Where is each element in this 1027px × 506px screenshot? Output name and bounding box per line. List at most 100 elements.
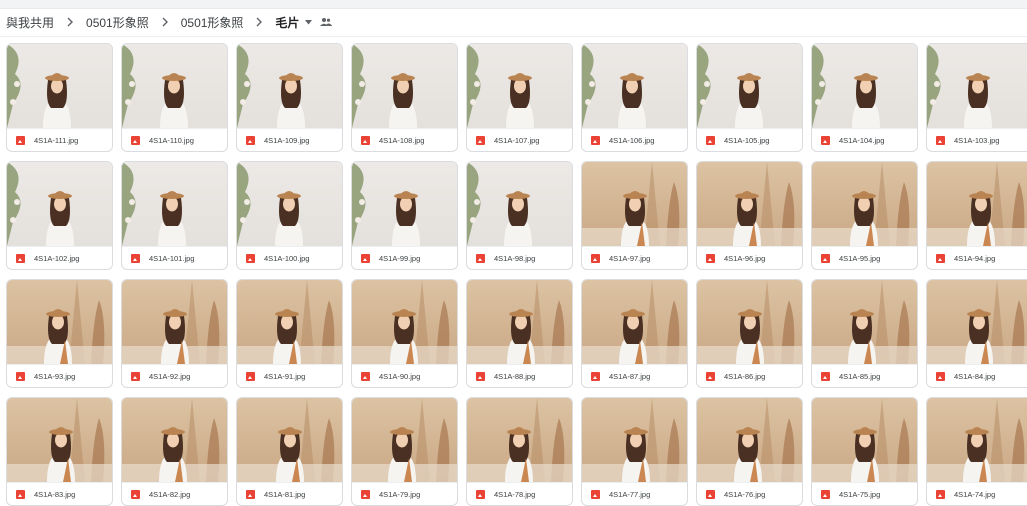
file-card[interactable]: 4S1A-110.jpg xyxy=(121,43,228,152)
file-card-footer[interactable]: 4S1A-94.jpg xyxy=(927,246,1027,269)
file-card-footer[interactable]: 4S1A-92.jpg xyxy=(122,364,227,387)
photo-thumbnail[interactable] xyxy=(237,398,342,482)
photo-thumbnail[interactable] xyxy=(122,280,227,364)
photo-thumbnail[interactable] xyxy=(467,162,572,246)
photo-thumbnail[interactable] xyxy=(812,398,917,482)
file-card-footer[interactable]: 4S1A-103.jpg xyxy=(927,128,1027,151)
photo-thumbnail[interactable] xyxy=(237,280,342,364)
file-card-footer[interactable]: 4S1A-102.jpg xyxy=(7,246,112,269)
file-card[interactable]: 4S1A-82.jpg xyxy=(121,397,228,506)
photo-thumbnail[interactable] xyxy=(927,398,1027,482)
file-card-footer[interactable]: 4S1A-95.jpg xyxy=(812,246,917,269)
file-card-footer[interactable]: 4S1A-108.jpg xyxy=(352,128,457,151)
file-card[interactable]: 4S1A-104.jpg xyxy=(811,43,918,152)
file-card[interactable]: 4S1A-74.jpg xyxy=(926,397,1027,506)
photo-thumbnail[interactable] xyxy=(927,162,1027,246)
arrow-drop-down-icon[interactable] xyxy=(303,19,318,25)
file-card-footer[interactable]: 4S1A-87.jpg xyxy=(582,364,687,387)
file-card-footer[interactable]: 4S1A-106.jpg xyxy=(582,128,687,151)
file-card-footer[interactable]: 4S1A-104.jpg xyxy=(812,128,917,151)
file-card[interactable]: 4S1A-76.jpg xyxy=(696,397,803,506)
file-card-footer[interactable]: 4S1A-107.jpg xyxy=(467,128,572,151)
photo-thumbnail[interactable] xyxy=(927,44,1027,128)
file-card-footer[interactable]: 4S1A-99.jpg xyxy=(352,246,457,269)
file-card-footer[interactable]: 4S1A-81.jpg xyxy=(237,482,342,505)
file-card-footer[interactable]: 4S1A-110.jpg xyxy=(122,128,227,151)
photo-thumbnail[interactable] xyxy=(122,398,227,482)
photo-thumbnail[interactable] xyxy=(352,162,457,246)
file-card[interactable]: 4S1A-107.jpg xyxy=(466,43,573,152)
photo-thumbnail[interactable] xyxy=(122,162,227,246)
photo-thumbnail[interactable] xyxy=(582,280,687,364)
file-card[interactable]: 4S1A-87.jpg xyxy=(581,279,688,388)
photo-thumbnail[interactable] xyxy=(697,162,802,246)
photo-thumbnail[interactable] xyxy=(582,398,687,482)
photo-thumbnail[interactable] xyxy=(7,162,112,246)
photo-thumbnail[interactable] xyxy=(927,280,1027,364)
file-card-footer[interactable]: 4S1A-85.jpg xyxy=(812,364,917,387)
photo-thumbnail[interactable] xyxy=(697,280,802,364)
file-card[interactable]: 4S1A-78.jpg xyxy=(466,397,573,506)
file-card[interactable]: 4S1A-79.jpg xyxy=(351,397,458,506)
file-card[interactable]: 4S1A-85.jpg xyxy=(811,279,918,388)
file-card[interactable]: 4S1A-101.jpg xyxy=(121,161,228,270)
photo-thumbnail[interactable] xyxy=(467,398,572,482)
file-card-footer[interactable]: 4S1A-86.jpg xyxy=(697,364,802,387)
file-card-footer[interactable]: 4S1A-105.jpg xyxy=(697,128,802,151)
file-card[interactable]: 4S1A-102.jpg xyxy=(6,161,113,270)
file-card[interactable]: 4S1A-83.jpg xyxy=(6,397,113,506)
file-card[interactable]: 4S1A-105.jpg xyxy=(696,43,803,152)
photo-thumbnail[interactable] xyxy=(812,162,917,246)
file-card-footer[interactable]: 4S1A-111.jpg xyxy=(7,128,112,151)
photo-thumbnail[interactable] xyxy=(7,398,112,482)
file-card-footer[interactable]: 4S1A-74.jpg xyxy=(927,482,1027,505)
file-card[interactable]: 4S1A-75.jpg xyxy=(811,397,918,506)
file-card[interactable]: 4S1A-98.jpg xyxy=(466,161,573,270)
file-card-footer[interactable]: 4S1A-101.jpg xyxy=(122,246,227,269)
file-card[interactable]: 4S1A-97.jpg xyxy=(581,161,688,270)
file-card-footer[interactable]: 4S1A-83.jpg xyxy=(7,482,112,505)
file-card-footer[interactable]: 4S1A-97.jpg xyxy=(582,246,687,269)
file-card[interactable]: 4S1A-103.jpg xyxy=(926,43,1027,152)
file-card[interactable]: 4S1A-99.jpg xyxy=(351,161,458,270)
file-card[interactable]: 4S1A-108.jpg xyxy=(351,43,458,152)
photo-thumbnail[interactable] xyxy=(7,44,112,128)
photo-thumbnail[interactable] xyxy=(352,44,457,128)
file-card[interactable]: 4S1A-86.jpg xyxy=(696,279,803,388)
file-card-footer[interactable]: 4S1A-76.jpg xyxy=(697,482,802,505)
file-card-footer[interactable]: 4S1A-93.jpg xyxy=(7,364,112,387)
photo-thumbnail[interactable] xyxy=(7,280,112,364)
photo-thumbnail[interactable] xyxy=(237,44,342,128)
file-card-footer[interactable]: 4S1A-82.jpg xyxy=(122,482,227,505)
photo-thumbnail[interactable] xyxy=(237,162,342,246)
breadcrumb-current-folder[interactable]: 毛片 xyxy=(271,14,303,31)
file-card-footer[interactable]: 4S1A-75.jpg xyxy=(812,482,917,505)
file-card-footer[interactable]: 4S1A-96.jpg xyxy=(697,246,802,269)
file-card-footer[interactable]: 4S1A-88.jpg xyxy=(467,364,572,387)
file-card[interactable]: 4S1A-84.jpg xyxy=(926,279,1027,388)
photo-thumbnail[interactable] xyxy=(467,44,572,128)
photo-thumbnail[interactable] xyxy=(122,44,227,128)
breadcrumb-folder-1[interactable]: 0501形象照 xyxy=(82,14,153,31)
photo-thumbnail[interactable] xyxy=(697,44,802,128)
file-card[interactable]: 4S1A-90.jpg xyxy=(351,279,458,388)
photo-thumbnail[interactable] xyxy=(697,398,802,482)
file-card[interactable]: 4S1A-96.jpg xyxy=(696,161,803,270)
file-card[interactable]: 4S1A-94.jpg xyxy=(926,161,1027,270)
file-card[interactable]: 4S1A-77.jpg xyxy=(581,397,688,506)
breadcrumb-folder-2[interactable]: 0501形象照 xyxy=(177,14,248,31)
file-card[interactable]: 4S1A-95.jpg xyxy=(811,161,918,270)
photo-thumbnail[interactable] xyxy=(352,280,457,364)
file-card[interactable]: 4S1A-106.jpg xyxy=(581,43,688,152)
photo-thumbnail[interactable] xyxy=(812,280,917,364)
file-card[interactable]: 4S1A-88.jpg xyxy=(466,279,573,388)
photo-thumbnail[interactable] xyxy=(582,44,687,128)
file-card[interactable]: 4S1A-81.jpg xyxy=(236,397,343,506)
file-card-footer[interactable]: 4S1A-91.jpg xyxy=(237,364,342,387)
photo-thumbnail[interactable] xyxy=(812,44,917,128)
file-card-footer[interactable]: 4S1A-109.jpg xyxy=(237,128,342,151)
file-card-footer[interactable]: 4S1A-77.jpg xyxy=(582,482,687,505)
file-card[interactable]: 4S1A-111.jpg xyxy=(6,43,113,152)
file-card-footer[interactable]: 4S1A-90.jpg xyxy=(352,364,457,387)
file-card-footer[interactable]: 4S1A-79.jpg xyxy=(352,482,457,505)
